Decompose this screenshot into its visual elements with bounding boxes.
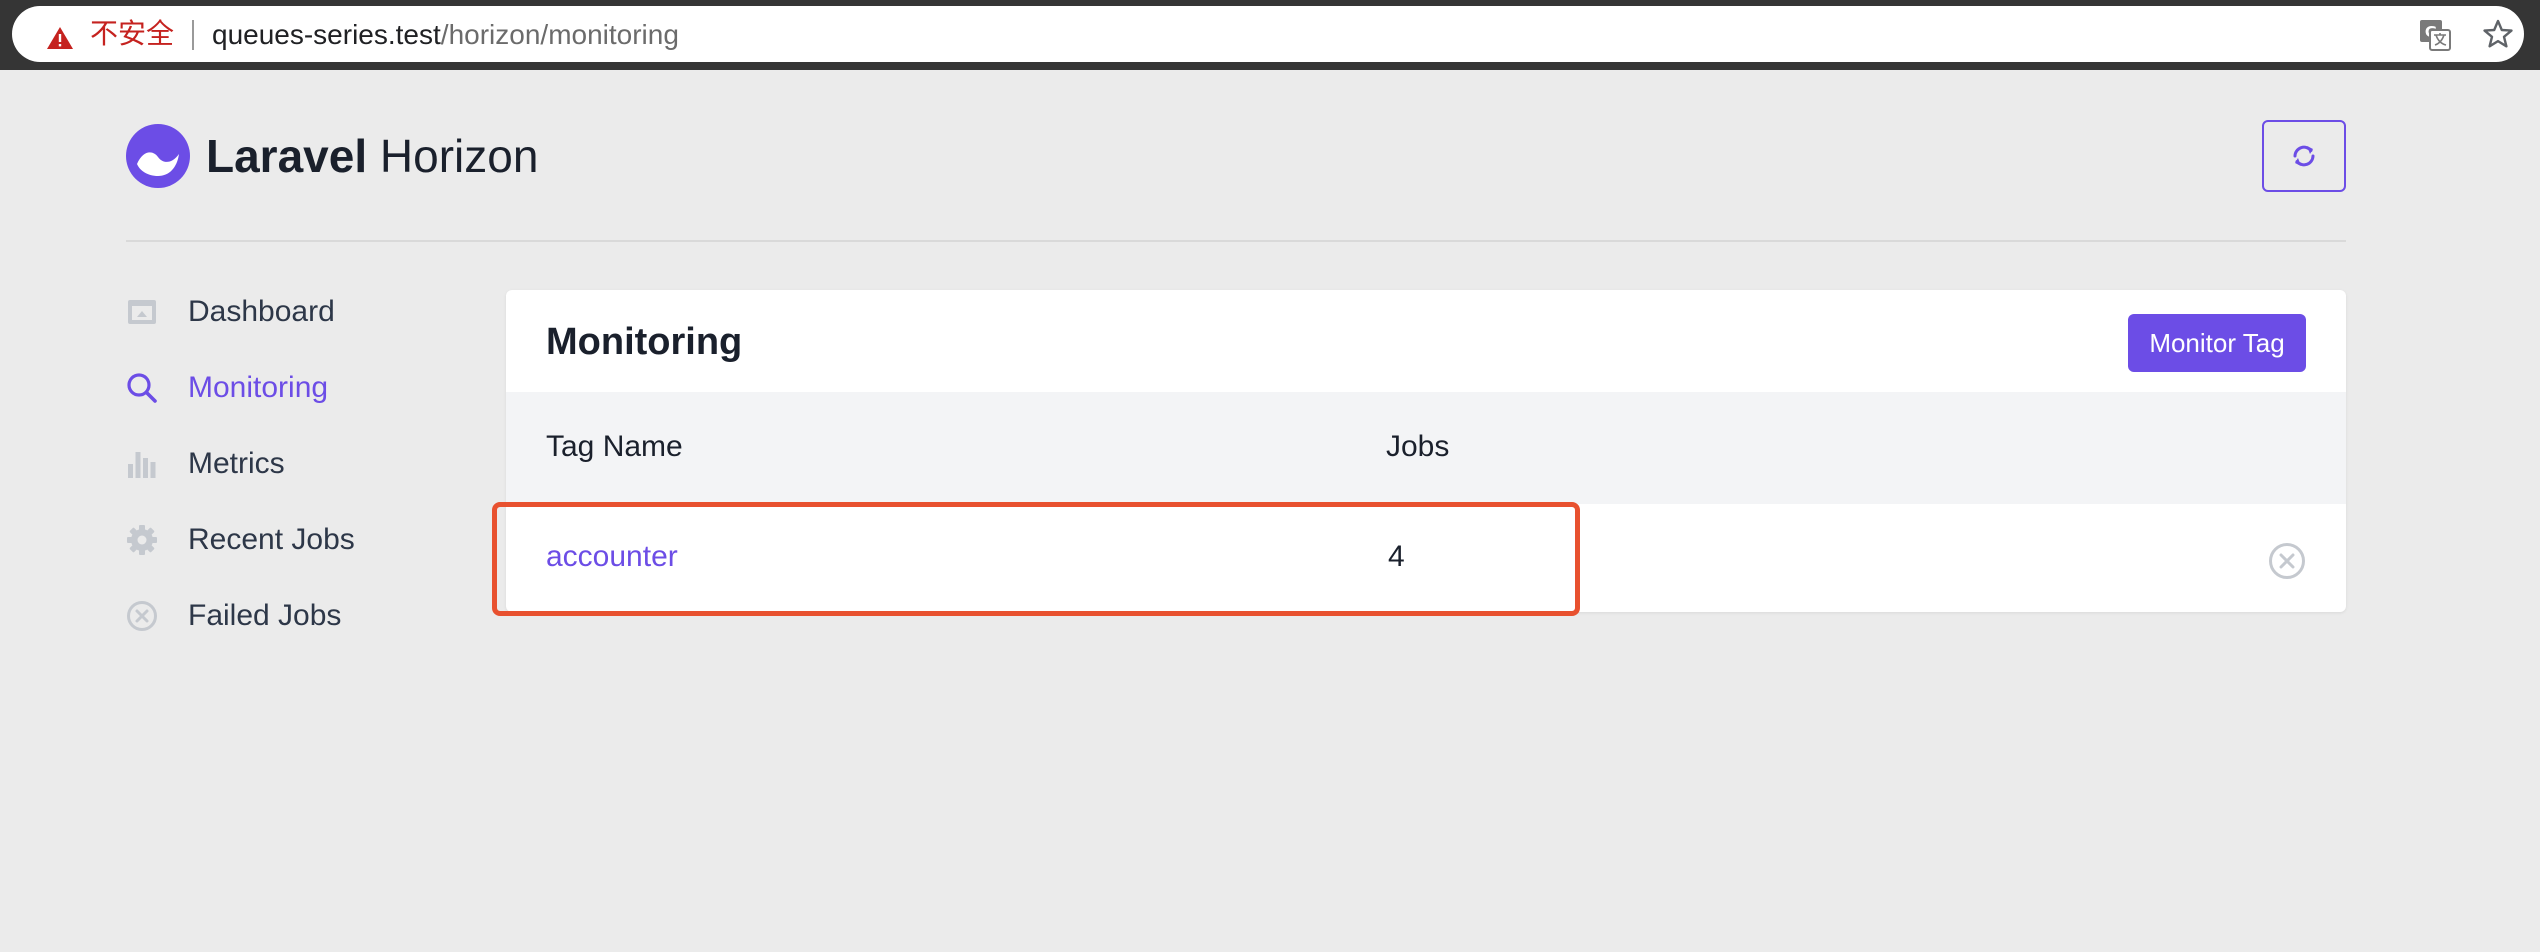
sidebar-item-dashboard[interactable]: Dashboard [126, 287, 335, 337]
sidebar-item-label: Dashboard [188, 295, 335, 328]
app-title: Laravel Horizon [206, 130, 538, 182]
translate-icon[interactable]: G [2418, 18, 2452, 52]
page-title: Monitoring [546, 321, 743, 363]
gear-icon [127, 525, 157, 555]
sidebar-item-label: Monitoring [188, 371, 329, 404]
sidebar-item-metrics[interactable]: Metrics [126, 439, 285, 489]
url-host: queues-series.test [212, 19, 441, 50]
refresh-icon [2293, 145, 2315, 167]
sidebar-item-failed-jobs[interactable]: Failed Jobs [126, 591, 341, 641]
column-header-tag-name: Tag Name [546, 430, 683, 463]
horizon-logo-icon [126, 124, 190, 188]
sidebar-item-label: Metrics [188, 447, 285, 480]
bar-chart-icon [128, 452, 156, 478]
sidebar-item-label: Recent Jobs [188, 523, 355, 556]
sidebar-item-monitoring[interactable]: Monitoring [126, 363, 328, 413]
remove-tag-icon[interactable] [2268, 542, 2306, 580]
sidebar-item-label: Failed Jobs [188, 599, 342, 632]
header-divider [126, 240, 2346, 242]
security-status[interactable]: 不安全 [90, 20, 174, 48]
table-header: Tag Name Jobs [506, 392, 2346, 504]
search-icon [127, 373, 157, 403]
jobs-count: 4 [1388, 540, 1405, 573]
x-circle-icon [127, 601, 157, 631]
monitor-tag-button[interactable]: Monitor Tag [2128, 314, 2306, 372]
url-text[interactable]: queues-series.test/horizon/monitoring [212, 20, 679, 50]
url-path: /horizon/monitoring [440, 19, 679, 50]
address-bar[interactable]: 不安全 queues-series.test/horizon/monitorin… [12, 6, 2524, 62]
warning-triangle-icon [47, 27, 73, 49]
brand-strong: Laravel [206, 130, 368, 182]
refresh-button[interactable] [2262, 120, 2346, 192]
star-icon[interactable] [2482, 18, 2514, 50]
omnibox-divider [192, 20, 194, 50]
column-header-jobs: Jobs [1386, 430, 1450, 463]
tag-name-link[interactable]: accounter [546, 540, 678, 574]
dashboard-icon [128, 300, 156, 324]
monitoring-card: Monitoring Monitor Tag Tag Name Jobs acc… [506, 290, 2346, 612]
sidebar-item-recent-jobs[interactable]: Recent Jobs [126, 515, 355, 565]
brand-light: Horizon [379, 130, 539, 182]
table-row: accounter 4 [506, 504, 2346, 612]
browser-toolbar: 不安全 queues-series.test/horizon/monitorin… [0, 0, 2540, 70]
